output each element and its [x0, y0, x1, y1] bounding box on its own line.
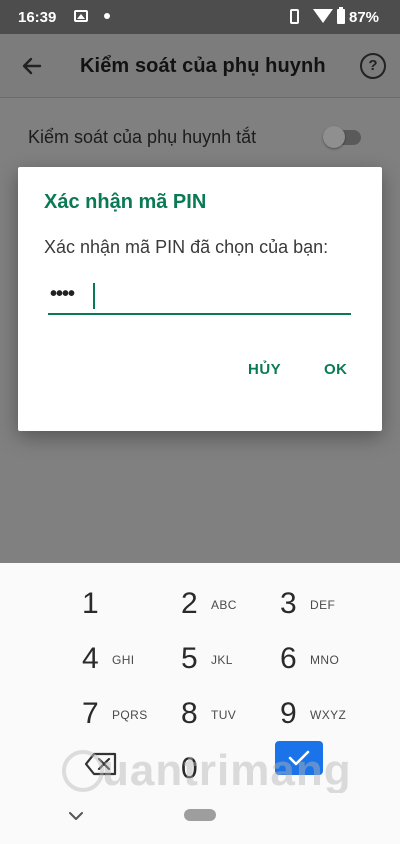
setting-label: Kiểm soát của phụ huynh tắt — [28, 127, 257, 147]
dialog-title: Xác nhận mã PIN — [44, 191, 207, 213]
key-letters: DEF — [310, 598, 336, 612]
app-bar: Kiểm soát của phụ huynh ? — [0, 34, 400, 98]
key-digit: 6 — [280, 642, 297, 675]
status-time: 16:39 — [18, 9, 57, 26]
parental-control-toggle[interactable] — [323, 126, 361, 148]
key-letters: PQRS — [112, 708, 148, 722]
text-cursor — [93, 283, 95, 309]
dialog-message: Xác nhận mã PIN đã chọn của bạn: — [44, 237, 329, 257]
notification-dot-icon — [104, 13, 110, 19]
parental-control-setting-row[interactable]: Kiểm soát của phụ huynh tắt — [0, 110, 400, 166]
wifi-icon — [313, 9, 333, 23]
key-7[interactable]: 7 PQRS — [82, 691, 178, 743]
battery-icon — [337, 7, 345, 24]
page-title: Kiểm soát của phụ huynh — [80, 55, 326, 77]
toggle-thumb — [323, 126, 345, 148]
key-letters: GHI — [112, 653, 135, 667]
done-key[interactable] — [275, 741, 323, 775]
back-arrow-icon[interactable] — [18, 52, 46, 80]
key-9[interactable]: 9 WXYZ — [280, 691, 376, 743]
home-pill[interactable] — [184, 809, 216, 821]
key-0[interactable]: 0 — [181, 746, 277, 798]
checkmark-icon — [288, 750, 310, 766]
key-digit: 7 — [82, 697, 99, 730]
key-8[interactable]: 8 TUV — [181, 691, 277, 743]
key-digit: 3 — [280, 587, 297, 620]
key-letters: MNO — [310, 653, 340, 667]
key-1[interactable]: 1 — [82, 581, 178, 633]
key-digit: 0 — [181, 752, 198, 785]
key-digit: 5 — [181, 642, 198, 675]
key-letters: WXYZ — [310, 708, 347, 722]
help-icon[interactable]: ? — [360, 53, 386, 79]
key-letters: ABC — [211, 598, 237, 612]
backspace-icon[interactable] — [84, 751, 118, 777]
key-6[interactable]: 6 MNO — [280, 636, 376, 688]
key-2[interactable]: 2 ABC — [181, 581, 277, 633]
cancel-button[interactable]: HỦY — [244, 355, 285, 384]
key-4[interactable]: 4 GHI — [82, 636, 178, 688]
key-letters: TUV — [211, 708, 237, 722]
vibrate-icon — [290, 9, 299, 24]
confirm-pin-dialog: Xác nhận mã PIN Xác nhận mã PIN đã chọn … — [18, 167, 382, 431]
key-digit: 9 — [280, 697, 297, 730]
key-5[interactable]: 5 JKL — [181, 636, 277, 688]
chevron-down-icon[interactable] — [68, 811, 84, 821]
pin-input[interactable]: •••• — [48, 279, 351, 315]
key-digit: 1 — [82, 587, 99, 620]
key-letters: JKL — [211, 653, 233, 667]
battery-percent: 87% — [349, 9, 380, 26]
key-3[interactable]: 3 DEF — [280, 581, 376, 633]
pin-masked-value: •••• — [50, 283, 75, 305]
key-digit: 4 — [82, 642, 99, 675]
navigation-bar — [0, 793, 400, 844]
key-digit: 2 — [181, 587, 198, 620]
key-digit: 8 — [181, 697, 198, 730]
ok-button[interactable]: OK — [320, 355, 352, 384]
status-bar: 16:39 87% — [0, 0, 400, 34]
image-notification-icon — [74, 10, 88, 22]
